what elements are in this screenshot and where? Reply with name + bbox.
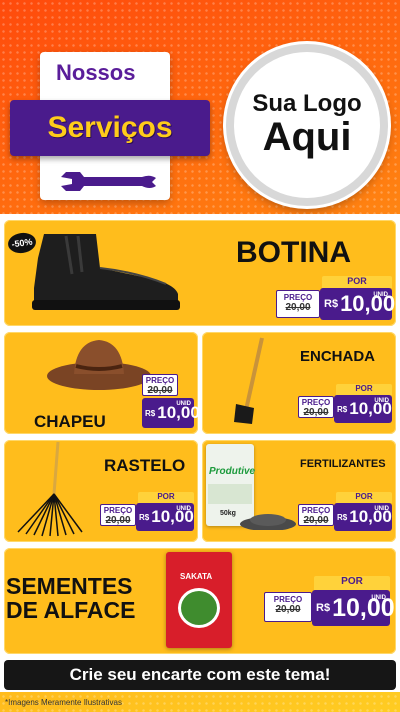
old-price-label: PREÇO 20,00 [100, 504, 136, 526]
services-title-line2: Serviços [47, 111, 173, 144]
product-title-enchada: ENCHADA [300, 348, 375, 365]
price-box: R$ 10,00 UNID [312, 590, 395, 626]
price-box: R$ 10,00 UNID [334, 395, 392, 423]
flyer-poster: Nossos Serviços Sua Logo Aqui -50% BOTIN… [0, 0, 400, 712]
old-price: 20,00 [147, 385, 173, 396]
preco-label: PREÇO [145, 376, 175, 385]
currency: R$ [139, 512, 150, 522]
old-price: 20,00 [285, 302, 311, 313]
unit-label: UNID [373, 292, 388, 298]
boot-image [32, 234, 180, 310]
currency: R$ [337, 404, 348, 414]
logo-text-line2: Aqui [262, 115, 352, 159]
wrench-icon [61, 172, 156, 191]
product-title-rastelo: RASTELO [104, 456, 186, 475]
old-price: 20,00 [105, 515, 131, 526]
fertilizer-pile [240, 514, 296, 530]
cta-banner: Crie seu encarte com este tema! [4, 660, 396, 690]
currency: R$ [324, 298, 339, 310]
logo-text-line1: Sua Logo [252, 90, 362, 117]
por-label: POR [336, 384, 392, 395]
por-label: POR [336, 492, 392, 503]
unit-label: UNID [176, 506, 191, 512]
product-title-sementes-line2: DE ALFACE [6, 597, 136, 624]
price-box: R$ 10,00 UNID [142, 398, 200, 428]
preco-label: PREÇO [301, 506, 331, 515]
cta-text: Crie seu encarte com este tema! [69, 665, 331, 684]
price-box: R$ 10,00 UNID [334, 503, 392, 531]
currency: R$ [337, 512, 348, 522]
currency: R$ [145, 408, 156, 418]
services-title-line1: Nossos [56, 60, 136, 85]
unit-label: UNID [371, 595, 386, 601]
seed-package-image: SAKATA [166, 552, 232, 648]
old-price-label: PREÇO 20,00 [264, 592, 312, 622]
old-price: 20,00 [303, 515, 329, 526]
fertilizer-brand: Produtive [209, 466, 256, 477]
seed-package-brand: SAKATA [180, 572, 213, 581]
hoe-image [234, 337, 264, 424]
product-title-botina: BOTINA [236, 236, 351, 269]
old-price-label: PREÇO 20,00 [298, 504, 334, 526]
unit-label: UNID [176, 401, 191, 407]
product-title-fertilizantes: FERTILIZANTES [300, 458, 386, 470]
services-banner: Serviços [10, 100, 210, 156]
price-box: R$ 10,00 UNID [320, 288, 395, 320]
unit-label: UNID [374, 506, 389, 512]
por-label: POR [322, 276, 392, 288]
old-price-label: PREÇO 20,00 [276, 290, 320, 318]
disclaimer-text: *Imagens Meramente Ilustrativas [5, 698, 122, 707]
product-title-sementes-line1: SEMENTES [6, 573, 133, 599]
por-label: POR [138, 492, 194, 503]
por-label: POR [314, 576, 390, 590]
fertilizer-bag-band [208, 484, 252, 504]
hat-image [47, 340, 151, 390]
preco-label: PREÇO [283, 293, 313, 302]
logo-placeholder: Sua Logo Aqui [226, 44, 388, 206]
currency: R$ [316, 602, 331, 614]
unit-label: UNID [374, 398, 389, 404]
product-title-chapeu: CHAPEU [34, 412, 106, 431]
preco-label: PREÇO [103, 506, 133, 515]
preco-label: PREÇO [301, 398, 331, 407]
old-price-label: PREÇO 20,00 [298, 396, 334, 418]
old-price-label: PREÇO 20,00 [142, 374, 178, 396]
price-box: R$ 10,00 UNID [136, 503, 194, 531]
old-price: 20,00 [303, 407, 329, 418]
rake-image [17, 441, 83, 537]
fertilizer-weight: 50kg [220, 510, 236, 517]
product-title-sementes: SEMENTES DE ALFACE [6, 574, 136, 622]
old-price: 20,00 [275, 604, 301, 615]
lettuce-photo [178, 588, 220, 628]
preco-label: PREÇO [273, 595, 303, 604]
